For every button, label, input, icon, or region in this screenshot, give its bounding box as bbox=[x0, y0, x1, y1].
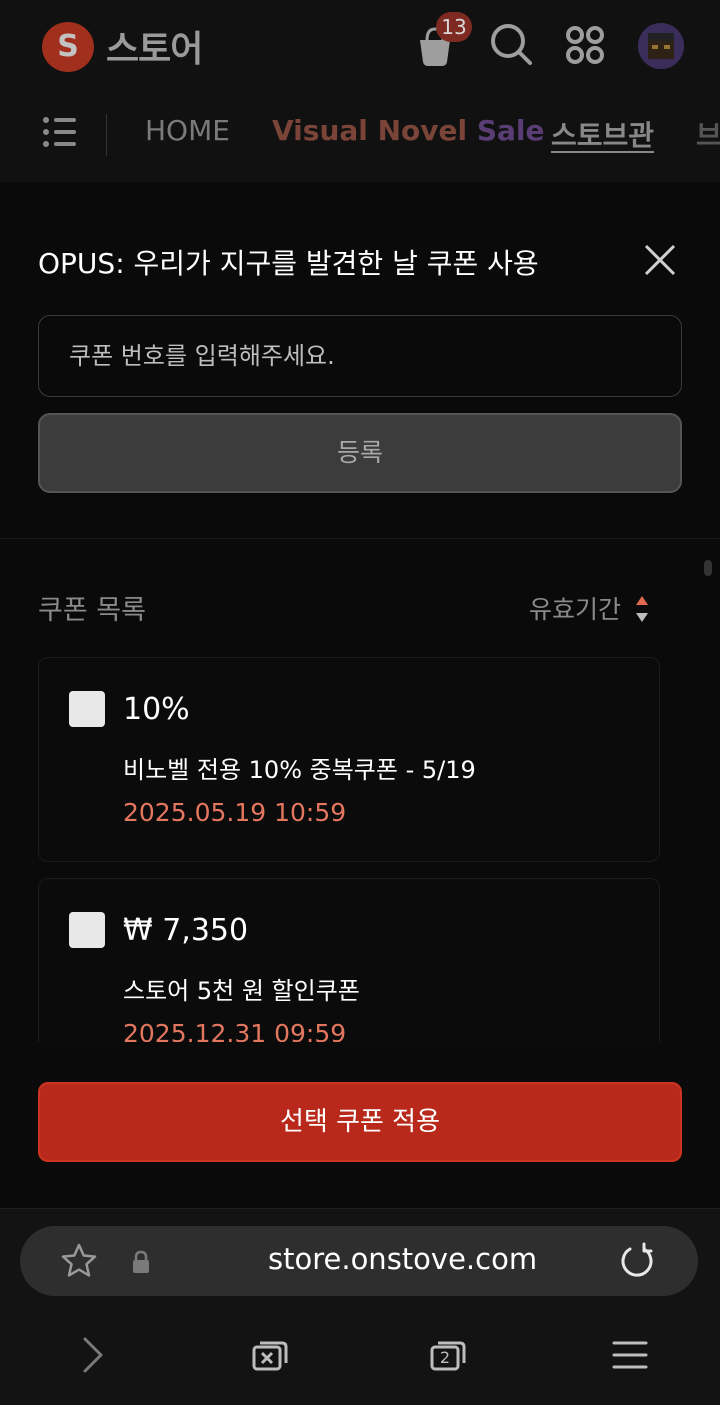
nav-item-visual-novel-sale[interactable]: Visual Novel Sale bbox=[272, 114, 545, 147]
sort-by-expiry[interactable]: 유효기간 bbox=[529, 590, 621, 626]
menu-icon[interactable] bbox=[610, 1335, 650, 1375]
close-icon[interactable] bbox=[640, 240, 680, 280]
forward-icon[interactable] bbox=[72, 1335, 112, 1375]
avatar[interactable] bbox=[638, 23, 684, 69]
sort-toggle-icon[interactable] bbox=[634, 594, 650, 624]
coupon-expiry: 2025.12.31 09:59 bbox=[123, 1019, 347, 1042]
tabs-button[interactable]: 2 bbox=[428, 1335, 468, 1375]
reload-icon[interactable] bbox=[618, 1242, 656, 1280]
scrollbar[interactable] bbox=[704, 560, 712, 576]
url-text[interactable]: store.onstove.com bbox=[268, 1242, 537, 1276]
lock-icon bbox=[133, 1250, 149, 1273]
address-bar[interactable]: store.onstove.com bbox=[20, 1226, 698, 1296]
tab-count: 2 bbox=[439, 1348, 451, 1367]
coupon-amount: ₩ 7,350 bbox=[123, 913, 249, 948]
coupon-expiry: 2025.05.19 10:59 bbox=[123, 798, 347, 827]
bookmark-star-icon[interactable] bbox=[60, 1242, 98, 1280]
nav-divider bbox=[106, 114, 107, 156]
coupon-checkbox[interactable] bbox=[69, 691, 105, 727]
browser-toolbar: store.onstove.com 2 bbox=[0, 1208, 720, 1405]
sheet-title: OPUS: 우리가 지구를 발견한 날 쿠폰 사용 bbox=[38, 247, 539, 280]
coupon-sheet: OPUS: 우리가 지구를 발견한 날 쿠폰 사용 등록 쿠폰 목록 유효기간 … bbox=[0, 208, 720, 1206]
section-divider bbox=[0, 538, 720, 539]
store-logo-icon[interactable]: S bbox=[42, 22, 94, 72]
coupon-code-input[interactable] bbox=[38, 315, 682, 397]
close-tabs-icon[interactable] bbox=[250, 1335, 290, 1375]
coupon-amount: 10% bbox=[123, 692, 190, 727]
search-icon[interactable] bbox=[486, 20, 536, 70]
nav-item-stove-hall[interactable]: 스토브관 bbox=[551, 114, 654, 154]
nav-item-cut-off[interactable]: 브 bbox=[696, 114, 720, 154]
coupon-checkbox[interactable] bbox=[69, 912, 105, 948]
coupon-card[interactable]: ₩ 7,350 스토어 5천 원 할인쿠폰 2025.12.31 09:59 bbox=[38, 878, 660, 1042]
coupon-list-label: 쿠폰 목록 bbox=[38, 595, 146, 626]
coupon-card[interactable]: 10% 비노벨 전용 10% 중복쿠폰 - 5/19 2025.05.19 10… bbox=[38, 657, 660, 862]
store-title[interactable]: 스토어 bbox=[106, 20, 203, 72]
register-button[interactable]: 등록 bbox=[38, 413, 682, 493]
apply-coupon-button[interactable]: 선택 쿠폰 적용 bbox=[38, 1082, 682, 1162]
coupon-name: 스토어 5천 원 할인쿠폰 bbox=[123, 977, 360, 1005]
menu-list-icon[interactable] bbox=[40, 112, 80, 152]
top-header: S 스토어 13 bbox=[0, 0, 720, 92]
nav-item-visual-novel-label: Visual Novel bbox=[272, 114, 468, 147]
coupon-list: 10% 비노벨 전용 10% 중복쿠폰 - 5/19 2025.05.19 10… bbox=[38, 656, 662, 1042]
cart-count-badge: 13 bbox=[436, 12, 472, 42]
nav-item-home[interactable]: HOME bbox=[145, 114, 230, 147]
coupon-name: 비노벨 전용 10% 중복쿠폰 - 5/19 bbox=[123, 756, 476, 784]
category-nav: HOME Visual Novel Sale 스토브관 브 bbox=[0, 92, 720, 182]
nav-item-sale-label: Sale bbox=[476, 114, 545, 147]
apps-grid-icon[interactable] bbox=[560, 20, 610, 70]
